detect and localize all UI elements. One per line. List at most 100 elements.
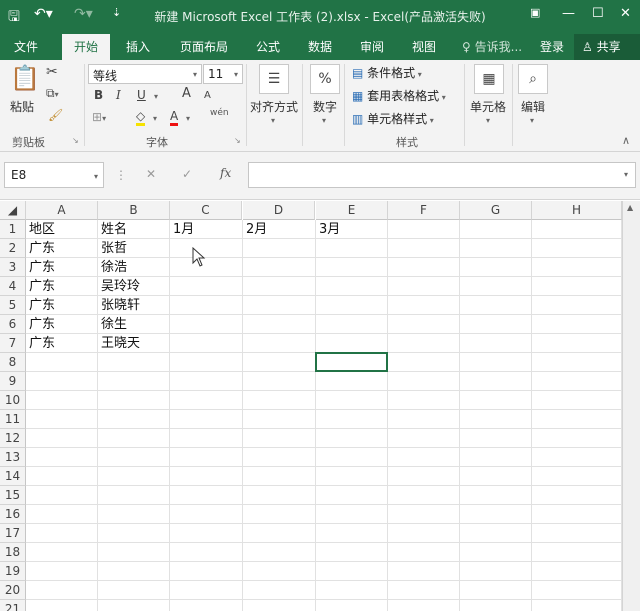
cell-B6[interactable]: 徐生 xyxy=(98,315,170,334)
format-painter-icon[interactable]: 🖌 xyxy=(48,108,63,122)
column-header-B[interactable]: B xyxy=(98,201,170,220)
ribbon-display-options-icon[interactable]: ▣ xyxy=(530,6,540,19)
column-header-D[interactable]: D xyxy=(243,201,315,220)
tab-view[interactable]: 视图 xyxy=(412,38,436,55)
italic-button[interactable]: I xyxy=(116,88,121,102)
cell-A5[interactable]: 广东 xyxy=(26,296,98,315)
row-header-21[interactable]: 21 xyxy=(0,600,26,611)
chevron-down-icon[interactable]: ▾ xyxy=(186,114,190,123)
cell-A2[interactable]: 广东 xyxy=(26,239,98,258)
align-icon[interactable]: ☰ xyxy=(259,64,289,94)
row-header-1[interactable]: 1 xyxy=(0,220,26,239)
row-header-19[interactable]: 19 xyxy=(0,562,26,581)
phonetic-guide-button[interactable]: wén xyxy=(210,108,229,118)
cell-B5[interactable]: 张晓轩 xyxy=(98,296,170,315)
cell-styles-button[interactable]: ▥ 单元格样式 ▾ xyxy=(352,110,434,127)
column-header-C[interactable]: C xyxy=(170,201,242,220)
cut-icon[interactable]: ✂ xyxy=(46,64,58,80)
column-header-A[interactable]: A xyxy=(26,201,98,220)
row-header-7[interactable]: 7 xyxy=(0,334,26,353)
name-box[interactable]: E8 ▾ xyxy=(4,162,104,188)
chevron-down-icon[interactable]: ▾ xyxy=(530,116,534,125)
select-all-corner[interactable]: ◢ xyxy=(0,201,26,220)
alignment-button[interactable]: 对齐方式 xyxy=(250,98,298,115)
tab-review[interactable]: 审阅 xyxy=(360,38,384,55)
chevron-down-icon[interactable]: ▾ xyxy=(322,116,326,125)
cells-button[interactable]: 单元格 xyxy=(470,98,506,115)
percent-icon[interactable]: % xyxy=(310,64,340,94)
tab-home[interactable]: 开始 xyxy=(62,34,111,60)
insert-function-button[interactable]: fx xyxy=(220,166,231,180)
sign-in-link[interactable]: 登录 xyxy=(540,38,564,55)
row-header-5[interactable]: 5 xyxy=(0,296,26,315)
grow-font-button[interactable]: A xyxy=(182,86,191,101)
cell-B1[interactable]: 姓名 xyxy=(98,220,170,239)
cell-D1[interactable]: 2月 xyxy=(243,220,315,239)
vertical-scrollbar[interactable]: ▲ xyxy=(622,201,640,611)
minimize-icon[interactable]: — xyxy=(562,6,575,21)
row-header-18[interactable]: 18 xyxy=(0,543,26,562)
cell-A6[interactable]: 广东 xyxy=(26,315,98,334)
maximize-icon[interactable]: ☐ xyxy=(592,6,604,21)
borders-icon[interactable]: ⊞▾ xyxy=(92,110,106,124)
editing-button[interactable]: 编辑 xyxy=(521,98,545,115)
selected-cell-E8[interactable] xyxy=(315,352,388,372)
cell-A1[interactable]: 地区 xyxy=(26,220,98,239)
cancel-icon[interactable]: ✕ xyxy=(146,167,156,181)
row-header-13[interactable]: 13 xyxy=(0,448,26,467)
chevron-down-icon[interactable]: ▾ xyxy=(486,116,490,125)
row-header-11[interactable]: 11 xyxy=(0,410,26,429)
column-header-F[interactable]: F xyxy=(388,201,460,220)
row-header-16[interactable]: 16 xyxy=(0,505,26,524)
row-header-9[interactable]: 9 xyxy=(0,372,26,391)
font-name-select[interactable]: 等线 ▾ xyxy=(88,64,202,84)
tab-file[interactable]: 文件 xyxy=(14,38,38,55)
format-as-table-button[interactable]: ▦ 套用表格格式 ▾ xyxy=(352,87,446,104)
row-header-12[interactable]: 12 xyxy=(0,429,26,448)
expand-formula-bar-icon[interactable]: ▾ xyxy=(624,170,628,179)
tab-data[interactable]: 数据 xyxy=(308,38,332,55)
shrink-font-button[interactable]: A xyxy=(204,90,211,101)
font-launcher-icon[interactable]: ↘ xyxy=(234,136,241,145)
clipboard-launcher-icon[interactable]: ↘ xyxy=(72,136,79,145)
cell-A3[interactable]: 广东 xyxy=(26,258,98,277)
find-icon[interactable]: ⌕ xyxy=(518,64,548,94)
font-color-button[interactable]: A xyxy=(170,110,179,126)
paste-icon[interactable]: 📋 xyxy=(10,64,40,94)
cell-A7[interactable]: 广东 xyxy=(26,334,98,353)
row-header-10[interactable]: 10 xyxy=(0,391,26,410)
row-header-3[interactable]: 3 xyxy=(0,258,26,277)
row-header-8[interactable]: 8 xyxy=(0,353,26,372)
chevron-down-icon[interactable]: ▾ xyxy=(271,116,275,125)
cell-A4[interactable]: 广东 xyxy=(26,277,98,296)
font-size-select[interactable]: 11 ▾ xyxy=(203,64,243,84)
enter-icon[interactable]: ✓ xyxy=(182,167,192,181)
tell-me-search[interactable]: ♀ 告诉我... xyxy=(462,38,522,55)
column-header-H[interactable]: H xyxy=(532,201,622,220)
tab-insert[interactable]: 插入 xyxy=(126,38,150,55)
tab-formulas[interactable]: 公式 xyxy=(256,38,280,55)
tab-page-layout[interactable]: 页面布局 xyxy=(180,38,228,55)
column-header-E[interactable]: E xyxy=(316,201,388,220)
cells-icon[interactable]: ▦ xyxy=(474,64,504,94)
row-header-15[interactable]: 15 xyxy=(0,486,26,505)
conditional-formatting-button[interactable]: ▤ 条件格式 ▾ xyxy=(352,64,422,81)
chevron-down-icon[interactable]: ▾ xyxy=(154,92,158,101)
row-header-14[interactable]: 14 xyxy=(0,467,26,486)
formula-input[interactable] xyxy=(248,162,636,188)
paste-button[interactable]: 粘贴 xyxy=(10,98,34,115)
bold-button[interactable]: B xyxy=(94,88,103,102)
chevron-down-icon[interactable]: ▾ xyxy=(153,114,157,123)
close-icon[interactable]: ✕ xyxy=(620,6,631,21)
cell-B2[interactable]: 张哲 xyxy=(98,239,170,258)
row-header-6[interactable]: 6 xyxy=(0,315,26,334)
cell-B4[interactable]: 吴玲玲 xyxy=(98,277,170,296)
cell-E1[interactable]: 3月 xyxy=(316,220,388,239)
underline-button[interactable]: U xyxy=(137,88,146,102)
collapse-ribbon-icon[interactable]: ∧ xyxy=(622,134,630,147)
scroll-up-icon[interactable]: ▲ xyxy=(627,203,633,212)
cell-B7[interactable]: 王晓天 xyxy=(98,334,170,353)
row-header-20[interactable]: 20 xyxy=(0,581,26,600)
cell-C1[interactable]: 1月 xyxy=(170,220,242,239)
copy-icon[interactable]: ⧉▾ xyxy=(46,86,59,101)
